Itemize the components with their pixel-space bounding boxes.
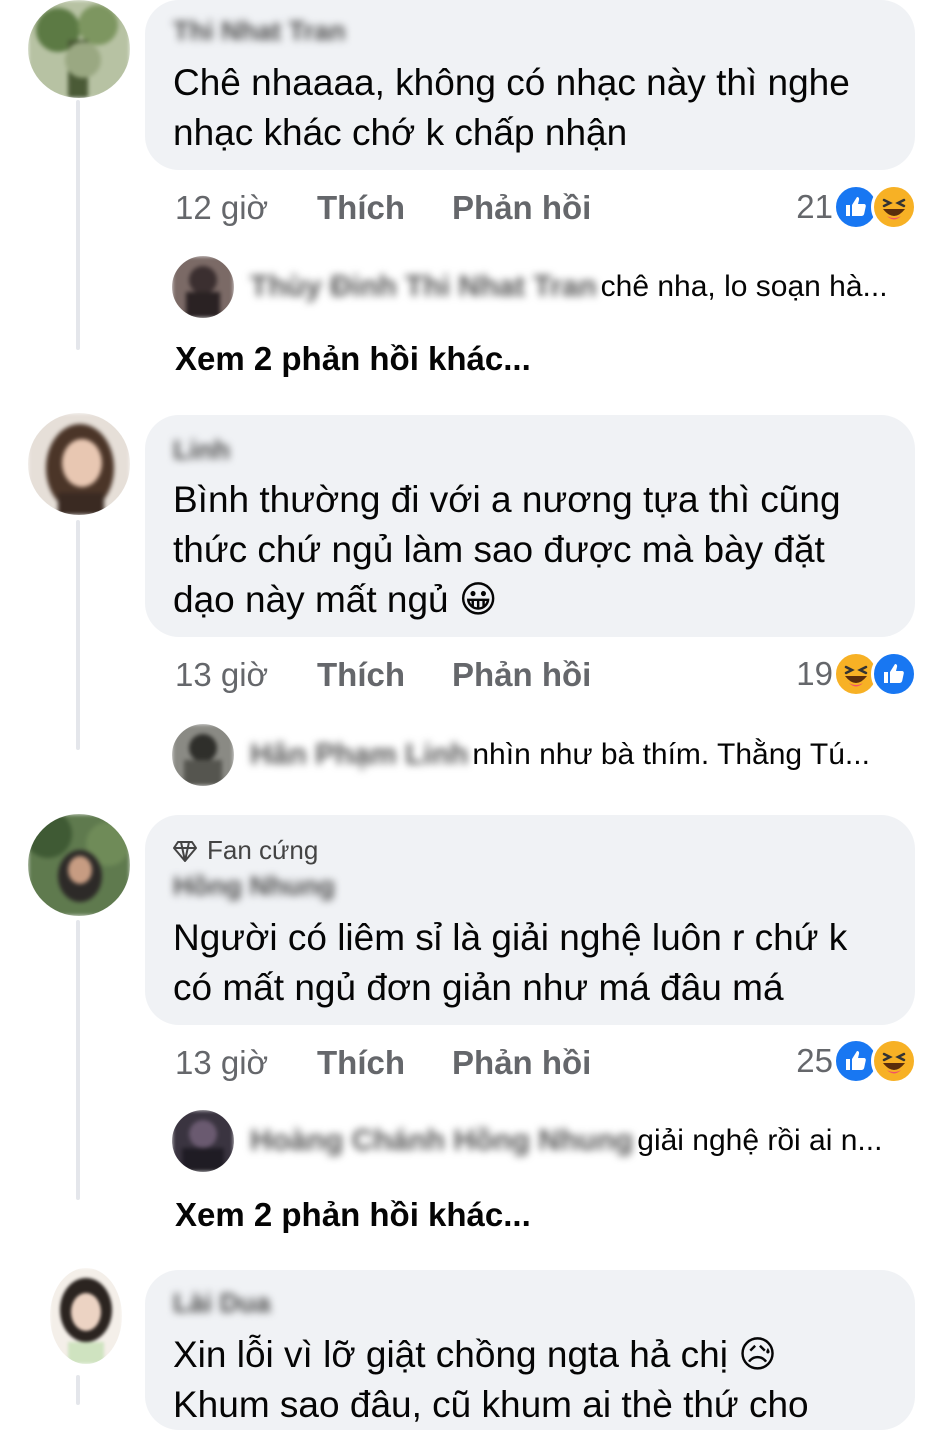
view-more-replies-link[interactable]: Xem 2 phản hồi khác... xyxy=(175,340,531,378)
haha-icon xyxy=(871,1038,917,1084)
comment-time[interactable]: 13 giờ xyxy=(175,1044,317,1082)
comment-author[interactable]: Linh xyxy=(173,435,230,466)
thread-line xyxy=(76,100,80,350)
reaction-count: 21 xyxy=(796,188,833,225)
avatar[interactable] xyxy=(28,413,130,515)
diamond-icon xyxy=(173,840,197,862)
avatar[interactable] xyxy=(50,1268,122,1364)
top-fan-badge: Fan cứng xyxy=(173,835,318,866)
comment-actions: 12 giờ Thích Phản hồi xyxy=(175,186,591,230)
comment-time[interactable]: 13 giờ xyxy=(175,656,317,694)
like-button[interactable]: Thích xyxy=(317,1044,452,1082)
comment-time[interactable]: 12 giờ xyxy=(175,189,317,227)
reply-preview[interactable]: Hoàng Chánh Hồng Nhung giải nghệ rồi ai … xyxy=(172,1110,915,1172)
thread-line xyxy=(76,520,80,750)
comment-bubble: Linh Bình thường đi với a nương tựa thì … xyxy=(145,415,915,637)
comment-text: Xin lỗi vì lỡ giật chồng ngta hả chị 😥 xyxy=(173,1334,777,1375)
view-more-replies-link[interactable]: Xem 2 phản hồi khác... xyxy=(175,1196,531,1234)
comment-text: Bình thường đi với a nương tựa thì cũng … xyxy=(173,479,841,620)
reply-preview[interactable]: Thùy Đinh Thi Nhat Tran chê nha, lo soạn… xyxy=(172,256,915,318)
reply-text: nhìn như bà thím. Thằng Tú... xyxy=(472,738,870,771)
comment-author[interactable]: Thi Nhat Tran xyxy=(173,16,346,47)
reply-preview[interactable]: Hân Phạm Linh nhìn như bà thím. Thằng Tú… xyxy=(172,724,915,786)
badge-label: Fan cứng xyxy=(207,835,319,865)
reaction-summary[interactable]: 21 xyxy=(796,184,917,230)
comment-actions: 13 giờ Thích Phản hồi xyxy=(175,1041,591,1085)
reply-button[interactable]: Phản hồi xyxy=(452,656,591,694)
avatar[interactable] xyxy=(28,0,130,98)
thread-line xyxy=(76,920,80,1200)
comment-actions: 13 giờ Thích Phản hồi xyxy=(175,653,591,697)
comment-author[interactable]: Hồng Nhung xyxy=(173,871,335,902)
comment-bubble: Fan cứng Hồng Nhung Người có liêm sỉ là … xyxy=(145,815,915,1025)
reply-author-names: Hân Phạm Linh xyxy=(250,738,469,771)
comment-bubble: Lài Dua Xin lỗi vì lỡ giật chồng ngta hả… xyxy=(145,1270,915,1430)
comment-bubble: Thi Nhat Tran Chê nhaaaa, không có nhạc … xyxy=(145,0,915,170)
reaction-count: 25 xyxy=(796,1042,833,1079)
like-button[interactable]: Thích xyxy=(317,656,452,694)
reply-avatar[interactable] xyxy=(172,1110,234,1172)
reply-text: chê nha, lo soạn hà... xyxy=(600,270,888,303)
reply-avatar[interactable] xyxy=(172,256,234,318)
reply-button[interactable]: Phản hồi xyxy=(452,1044,591,1082)
reply-avatar[interactable] xyxy=(172,724,234,786)
reply-author-names: Hoàng Chánh Hồng Nhung xyxy=(250,1124,634,1157)
avatar[interactable] xyxy=(28,814,130,916)
comment-text-continued: Khum sao đâu, cũ khum ai thè thứ cho xyxy=(173,1384,809,1425)
comment-text: Chê nhaaaa, không có nhạc này thì nghe n… xyxy=(173,62,850,153)
reaction-summary[interactable]: 19 xyxy=(796,651,917,697)
reply-author-names: Thùy Đinh Thi Nhat Tran xyxy=(250,270,597,303)
reply-button[interactable]: Phản hồi xyxy=(452,189,591,227)
comment-author[interactable]: Lài Dua xyxy=(173,1288,271,1319)
reaction-summary[interactable]: 25 xyxy=(796,1038,917,1084)
reaction-count: 19 xyxy=(796,655,833,692)
haha-icon xyxy=(871,184,917,230)
like-button[interactable]: Thích xyxy=(317,189,452,227)
reply-text: giải nghệ rồi ai n... xyxy=(637,1124,883,1157)
like-icon xyxy=(871,651,917,697)
comment-text: Người có liêm sỉ là giải nghệ luôn r chứ… xyxy=(173,917,848,1008)
